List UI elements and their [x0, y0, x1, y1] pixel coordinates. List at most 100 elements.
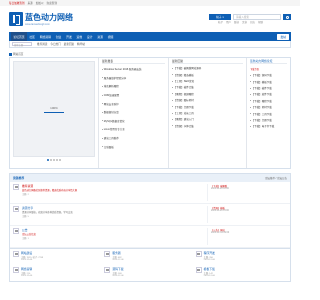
nav-item[interactable]: 开发 [64, 32, 74, 41]
recommend-row[interactable]: 推荐资源 蓝色动力网络社区推荐资源，精选优质内容分享给大家 主题: 2 【下载】破解版… [10, 182, 290, 204]
slider-dot[interactable] [47, 159, 49, 161]
quick-links: 帖子 用户 版块 文章 日志 帮助 [218, 20, 291, 24]
recommend-meta: 主题: 5 [22, 216, 29, 218]
panel-right-label[interactable]: 论坛推荐 / 论坛公告 [265, 176, 287, 180]
checkin-notice[interactable]: 每日加收签到 [9, 1, 25, 5]
list-item[interactable]: 网站安全防护 [102, 99, 165, 108]
folder-icon [13, 267, 19, 273]
recommend-body: 推荐资源 蓝色动力网络社区推荐资源，精选优质内容分享给大家 主题: 2 [22, 184, 207, 201]
forum-last: 2023-12-06 [112, 259, 124, 261]
nav-item[interactable]: 设计 [85, 32, 95, 41]
list-item[interactable]: 数据备份方案 [102, 108, 165, 117]
chevron-down-icon: ▾ [222, 15, 224, 19]
nav-item[interactable]: 资源 [95, 32, 105, 41]
folder-shape [197, 268, 201, 272]
recommend-body: 资源分享 资源分享版块，欢迎分享各种优质资源，学习交流 主题: 5 [22, 206, 207, 223]
list-item[interactable]: 建站工具推荐 [102, 134, 165, 143]
recommend-body: 公告 论坛公告信息 主题: 1 [22, 228, 207, 245]
forum-last: 2023-12-06 [21, 259, 33, 261]
forum-last: 2023-12-06 [203, 275, 215, 277]
breadcrumb-home[interactable]: 网站首页 [13, 52, 23, 56]
subnav-link[interactable]: 精华帖 [77, 42, 85, 46]
quick-link[interactable]: 文章 [242, 20, 247, 24]
list-item[interactable]: Linux常用命令大全 [102, 125, 165, 134]
list-item[interactable]: CDN加速配置 [102, 91, 165, 100]
nav-item[interactable]: 社区 [27, 32, 37, 41]
slider-dots [13, 159, 95, 161]
forum-item[interactable]: 网站建设 主题: 7025, 帖子: 7259 2023-12-06 [13, 249, 104, 265]
nav-item[interactable]: 网络营销 [37, 32, 53, 41]
latest-time: 2023-11-29 15:00 [211, 210, 229, 212]
nav-item[interactable]: 视频 [105, 32, 115, 41]
list-item[interactable]: 域名解析教程 [102, 82, 165, 91]
slider-dot[interactable] [59, 159, 61, 161]
site-logo[interactable]: 蓝色动力网络 www.lansedongli.com [9, 12, 73, 26]
site-title: 蓝色动力网络 [25, 13, 73, 22]
nav-item[interactable]: 运维 [74, 32, 84, 41]
topbar-item[interactable]: 来源 [28, 1, 33, 5]
folder-icon [104, 267, 111, 273]
list-item[interactable]: 【资源】字体合集 [172, 123, 243, 129]
folder-shape [14, 268, 18, 272]
folder-shape [197, 252, 201, 256]
recommend-latest[interactable]: 【公告】网站 2023-12-04 09:00 [207, 228, 287, 245]
search-button[interactable] [283, 14, 291, 20]
topbar-item[interactable]: 加加以 [36, 1, 44, 5]
forum-item[interactable]: 网络营销 主题: 210 2023-12-06 [13, 265, 104, 281]
forum-item[interactable]: 程序开发 主题: 356 2023-12-06 [195, 249, 287, 265]
folder-icon [195, 251, 202, 257]
column-title[interactable]: 蓝色动力网络论坛 [250, 58, 287, 64]
quick-search-input[interactable]: 搜索主题 [12, 42, 32, 47]
quick-link[interactable]: 帮助 [258, 20, 263, 24]
column-title: 最新发表 [102, 58, 165, 64]
folder-shape [14, 207, 18, 211]
folder-icon [13, 184, 19, 190]
list-item[interactable]: 服务器维护经验分享 [102, 74, 165, 83]
download-column: 蓝色动力网络论坛 下载专区 【下载】源码下载 【下载】模板下载 【下载】插件下载 【下… [246, 58, 290, 168]
recommend-row[interactable]: 公告 论坛公告信息 主题: 1 【公告】网站 2023-12-04 09:00 [10, 226, 290, 248]
forum-body: 源码下载 主题: 168 2023-12-06 [112, 267, 123, 279]
slider-dot[interactable] [53, 159, 55, 161]
quick-link[interactable]: 版块 [234, 20, 239, 24]
subnav-link[interactable]: 今日热门 [50, 42, 60, 46]
topbar-item: 欢迎您到 [46, 2, 57, 5]
nav-item-home[interactable]: 论坛首页 [11, 32, 27, 41]
forum-item[interactable]: 服务器 主题: 482 2023-12-06 [104, 249, 195, 265]
nav-item[interactable]: 创业 [53, 32, 63, 41]
quick-link[interactable]: 日志 [250, 20, 255, 24]
list-item[interactable]: Windows Server 2016 服务器安装 [102, 65, 165, 74]
forum-body: 程序开发 主题: 356 2023-12-06 [204, 251, 215, 263]
folder-icon [13, 206, 19, 212]
home-icon[interactable] [9, 52, 12, 56]
forum-item[interactable]: 源码下载 主题: 168 2023-12-06 [104, 265, 195, 281]
panel-header: 资源推荐 论坛推荐 / 论坛公告 [10, 174, 290, 182]
list-item[interactable]: 宝塔面板 [102, 142, 165, 151]
list-item[interactable]: 【下载】电子书下载 [250, 123, 287, 129]
slider-loading: 100% [13, 61, 95, 157]
latest-time: 2023-11-29 12:00 [211, 188, 229, 190]
recommend-latest[interactable]: 【下载】破解版 2023-11-29 12:00 [207, 184, 287, 201]
recommend-row[interactable]: 资源分享 资源分享版块，欢迎分享各种优质资源，学习交流 主题: 5 【资源】模板 202… [10, 204, 290, 226]
quick-link[interactable]: 用户 [226, 20, 231, 24]
slider-dot[interactable] [50, 159, 52, 161]
search-scope-label: 帖子 [216, 16, 222, 19]
slider-dot[interactable] [56, 159, 58, 161]
site-url: www.lansedongli.com [25, 23, 50, 26]
forum-body: 模板下载 主题: 142 2023-12-06 [204, 267, 215, 279]
image-slider[interactable]: 100% [10, 58, 98, 168]
recommend-latest[interactable]: 【资源】模板 2023-11-29 15:00 [207, 206, 287, 223]
subnav-link[interactable]: 推荐阅读 [37, 42, 47, 46]
column-title: 最新回复 [172, 58, 243, 64]
subnav-link[interactable]: 最新回复 [64, 42, 74, 46]
forum-body: 服务器 主题: 482 2023-12-06 [112, 251, 123, 263]
forum-list-panel: 网站建设 主题: 7025, 帖子: 7259 2023-12-06 服务器 主题: 4… [9, 249, 291, 282]
quick-link[interactable]: 帖子 [218, 20, 223, 24]
forum-body: 网站建设 主题: 7025, 帖子: 7259 2023-12-06 [21, 251, 43, 263]
list-item[interactable]: MySQL数据库优化 [102, 117, 165, 126]
folder-icon [195, 267, 202, 273]
forum-item[interactable]: 模板下载 主题: 142 2023-12-06 [195, 265, 287, 281]
new-post-button[interactable]: 发帖 [277, 33, 289, 40]
download-label[interactable]: 下载专区 [250, 67, 287, 71]
forum-last: 2023-12-06 [112, 275, 124, 277]
search-input[interactable]: 请输入搜索 [233, 14, 281, 20]
